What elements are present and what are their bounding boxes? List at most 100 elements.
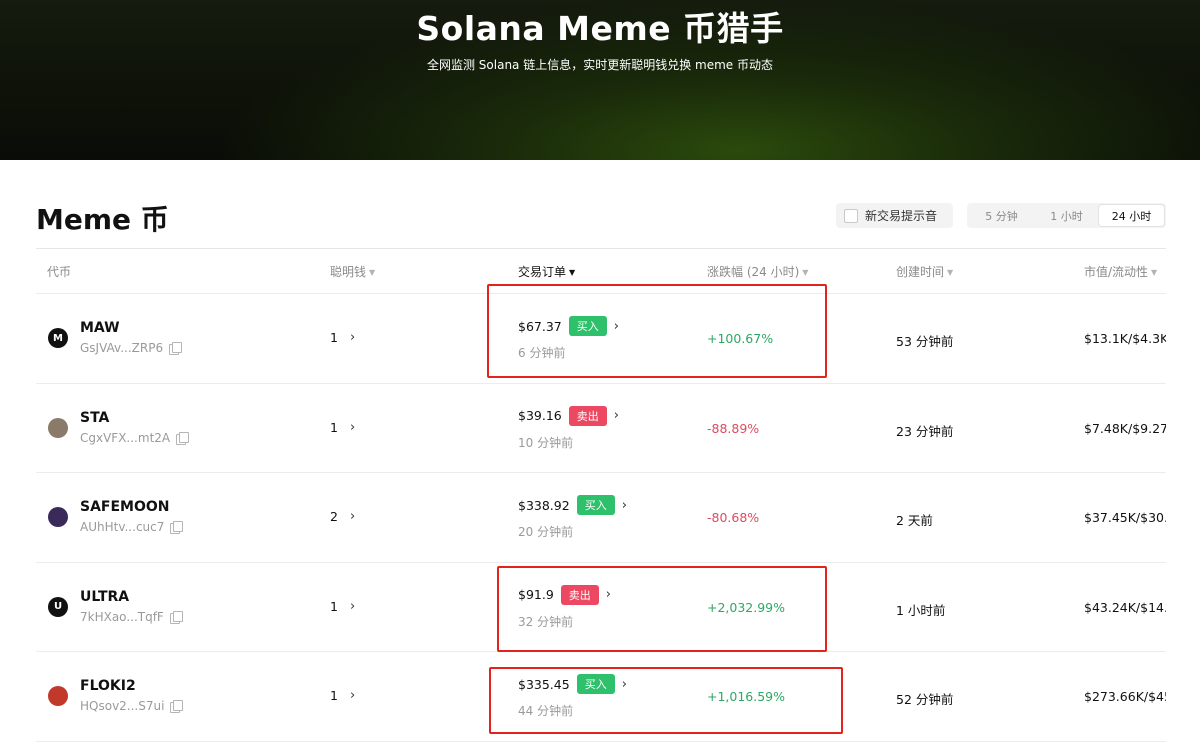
token-address-group: HQsov2...S7ui [80, 699, 184, 714]
column-trade-orders[interactable]: 交易订单 ▼ [518, 263, 575, 280]
table-row[interactable]: STA CgxVFX...mt2A 1 › $39.16 卖出 › 10 分钟前… [36, 384, 1166, 474]
trade-order: $335.45 买入 › 44 分钟前 [518, 674, 627, 719]
created-time: 1 小时前 [896, 602, 946, 618]
smart-money-count[interactable]: 1 › [330, 420, 355, 435]
smart-money-value: 1 [330, 688, 338, 704]
token-avatar [48, 507, 68, 528]
token-address-group: AUhHtv...cuc7 [80, 520, 184, 535]
trade-amount: $67.37 [518, 318, 562, 334]
created-time: 2 天前 [896, 513, 933, 529]
trade-time: 6 分钟前 [518, 346, 566, 360]
chevron-right-icon: › [349, 509, 356, 525]
smart-money-count[interactable]: 1 › [330, 330, 355, 345]
sort-caret-icon: ▼ [1151, 268, 1158, 277]
column-smart-money[interactable]: 聪明钱 ▼ [330, 263, 375, 280]
price-change: -80.68% [707, 510, 760, 526]
column-created[interactable]: 创建时间 ▼ [896, 263, 953, 280]
trade-side-badge: 买入 [576, 674, 615, 695]
sound-alert-checkbox[interactable] [844, 208, 858, 223]
chevron-right-icon[interactable]: › [614, 408, 619, 423]
trade-amount: $39.16 [518, 408, 562, 424]
timeframe-1h[interactable]: 1 小时 [1034, 205, 1099, 226]
sort-caret-icon: ▼ [802, 268, 809, 277]
created-time: 53 分钟前 [896, 334, 954, 349]
chevron-right-icon[interactable]: › [606, 587, 611, 602]
page-subtitle: 全网监测 Solana 链上信息，实时更新聪明钱兑换 meme 币动态 [426, 58, 773, 72]
token-address-group: CgxVFX...mt2A [80, 430, 190, 445]
token-avatar: U [48, 596, 68, 617]
copy-icon[interactable] [170, 521, 184, 535]
table-row[interactable]: SAFEMOON AUhHtv...cuc7 2 › $338.92 买入 › … [36, 473, 1166, 563]
price-change: +2,032.99% [707, 599, 786, 615]
trade-side-badge: 买入 [576, 495, 615, 516]
trade-time: 10 分钟前 [518, 435, 574, 450]
smart-money-count[interactable]: 1 › [330, 599, 355, 614]
column-change[interactable]: 涨跌幅 (24 小时) ▼ [707, 263, 808, 280]
trade-amount: $335.45 [518, 676, 570, 692]
trade-amount: $91.9 [518, 587, 554, 603]
token-avatar [48, 686, 68, 707]
token-address-group: 7kHXao...TqfF [80, 609, 183, 624]
market-cap-liquidity: $13.1K/$4.3K [1084, 331, 1166, 346]
trade-order: $39.16 卖出 › 10 分钟前 [518, 405, 619, 451]
token-symbol[interactable]: ULTRA [80, 589, 129, 605]
token-address: CgxVFX...mt2A [80, 430, 171, 445]
created-time: 23 分钟前 [896, 423, 954, 439]
column-token: 代币 [47, 265, 72, 279]
token-address: 7kHXao...TqfF [80, 609, 164, 624]
timeframe-5m[interactable]: 5 分钟 [969, 205, 1034, 226]
sound-alert-label: 新交易提示音 [865, 209, 938, 223]
hero-banner: Solana Meme 币猎手 全网监测 Solana 链上信息，实时更新聪明钱… [0, 0, 1200, 160]
page-title: Solana Meme 币猎手 [416, 9, 784, 48]
created-time: 52 分钟前 [896, 692, 954, 708]
price-change: -88.89% [707, 420, 760, 436]
timeframe-selector: 5 分钟 1 小时 24 小时 [967, 203, 1166, 228]
market-cap-liquidity: $43.24K/$14.0 [1084, 599, 1166, 615]
table-row[interactable]: U ULTRA 7kHXao...TqfF 1 › $91.9 卖出 › 32 … [36, 563, 1166, 653]
copy-icon[interactable] [176, 431, 190, 445]
trade-side-badge: 卖出 [568, 405, 607, 426]
sort-caret-icon: ▼ [369, 268, 376, 277]
table-row[interactable]: FLOKI2 HQsov2...S7ui 1 › $335.45 买入 › 44… [36, 652, 1166, 742]
token-symbol[interactable]: SAFEMOON [80, 499, 170, 515]
table-header: 代币 聪明钱 ▼ 交易订单 ▼ 涨跌幅 (24 小时) ▼ 创建时间 ▼ 市值/流动性 ▼ [36, 249, 1166, 294]
chevron-right-icon: › [349, 330, 356, 345]
chevron-right-icon: › [349, 598, 356, 614]
token-symbol[interactable]: MAW [80, 320, 120, 336]
copy-icon[interactable] [169, 610, 183, 624]
table-row[interactable]: M MAW GsJVAv...ZRP6 1 › $67.37 买入 › 6 分钟… [36, 294, 1166, 384]
smart-money-value: 1 [330, 598, 338, 614]
column-mcap[interactable]: 市值/流动性 ▼ [1084, 263, 1157, 280]
smart-money-value: 2 [330, 509, 338, 525]
table-body: M MAW GsJVAv...ZRP6 1 › $67.37 买入 › 6 分钟… [36, 294, 1166, 742]
sound-alert-toggle[interactable]: 新交易提示音 [836, 203, 953, 228]
timeframe-24h[interactable]: 24 小时 [1099, 205, 1164, 226]
chevron-right-icon[interactable]: › [614, 319, 619, 334]
trade-side-badge: 卖出 [560, 584, 599, 605]
trade-time: 32 分钟前 [518, 614, 574, 629]
smart-money-count[interactable]: 1 › [330, 688, 355, 703]
trade-time: 44 分钟前 [518, 704, 574, 719]
price-change: +100.67% [707, 331, 774, 346]
token-symbol[interactable]: STA [80, 410, 109, 426]
copy-icon[interactable] [169, 342, 183, 355]
trade-order: $338.92 买入 › 20 分钟前 [518, 495, 627, 540]
token-symbol[interactable]: FLOKI2 [80, 678, 136, 694]
market-cap-liquidity: $273.66K/$45 [1084, 689, 1166, 705]
section-title: Meme 币 [36, 203, 169, 236]
smart-money-value: 1 [330, 419, 338, 435]
trade-side-badge: 买入 [568, 316, 607, 336]
trade-time: 20 分钟前 [518, 525, 574, 540]
token-avatar [48, 417, 68, 438]
trade-order: $67.37 买入 › 6 分钟前 [518, 316, 619, 361]
meme-token-table: 代币 聪明钱 ▼ 交易订单 ▼ 涨跌幅 (24 小时) ▼ 创建时间 ▼ 市值/流动性 ▼… [36, 248, 1166, 742]
smart-money-value: 1 [330, 330, 338, 345]
token-address: AUhHtv...cuc7 [80, 520, 165, 535]
chevron-right-icon: › [349, 419, 356, 435]
chevron-right-icon[interactable]: › [622, 498, 627, 513]
copy-icon[interactable] [170, 700, 184, 714]
chevron-right-icon: › [349, 688, 356, 704]
trade-amount: $338.92 [518, 497, 570, 513]
smart-money-count[interactable]: 2 › [330, 509, 355, 524]
chevron-right-icon[interactable]: › [622, 677, 627, 692]
